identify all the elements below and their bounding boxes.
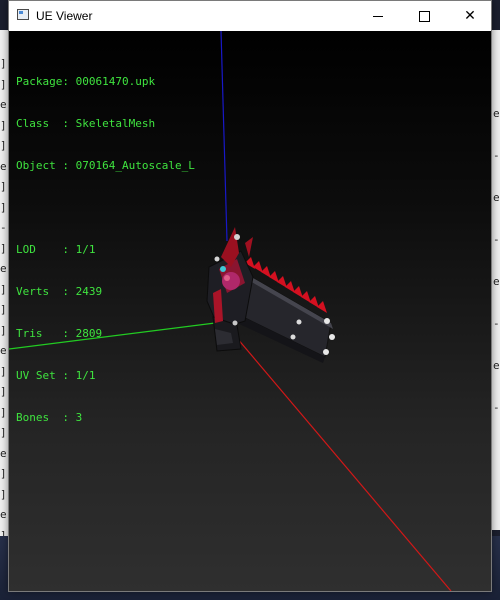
tris-row: Tris : 2809: [16, 327, 195, 341]
background-glyph: e: [493, 191, 500, 204]
background-glyph: ]: [0, 180, 7, 193]
background-glyph: -: [493, 317, 500, 330]
background-glyph: ]: [0, 139, 7, 152]
background-glyph: ]: [0, 200, 7, 214]
background-glyph: e: [0, 262, 7, 275]
background-glyph: ]: [0, 303, 7, 316]
background-glyph: ]: [0, 323, 7, 337]
object-label: Object :: [16, 159, 69, 172]
tris-label: Tris :: [16, 327, 69, 340]
verts-label: Verts :: [16, 285, 69, 298]
background-glyph: -: [493, 149, 500, 162]
uvset-row: UV Set : 1/1: [16, 369, 195, 383]
maximize-icon: [418, 10, 430, 22]
axis-z-line: [220, 31, 228, 242]
skeletal-mesh-model: [206, 227, 335, 363]
axis-x-line: [230, 330, 452, 591]
title-bar[interactable]: UE Viewer ✕: [9, 1, 491, 31]
background-glyph: ]: [0, 426, 7, 439]
background-glyph: e: [0, 446, 7, 460]
minimize-icon: [373, 15, 383, 17]
background-glyph: -: [493, 401, 500, 414]
background-glyph: -: [0, 221, 7, 234]
background-glyph: ]: [0, 77, 7, 91]
class-value: SkeletalMesh: [75, 117, 156, 130]
app-window-icon: [17, 9, 29, 20]
background-glyph: ]: [0, 241, 7, 255]
class-label: Class :: [16, 117, 69, 130]
mesh-info-overlay: Package: 00061470.upk Class : SkeletalMe…: [16, 47, 195, 453]
package-row: Package: 00061470.upk: [16, 75, 195, 89]
background-glyph: e: [0, 344, 7, 357]
background-glyph: ]: [0, 487, 7, 501]
minimize-button[interactable]: [355, 1, 401, 31]
lod-row: LOD : 1/1: [16, 243, 195, 257]
background-glyph: e: [493, 107, 500, 120]
maximize-button[interactable]: [401, 1, 447, 31]
close-icon: ✕: [464, 8, 476, 24]
bones-row: Bones : 3: [16, 411, 195, 425]
3d-viewport[interactable]: Package: 00061470.upk Class : SkeletalMe…: [9, 31, 491, 591]
object-row: Object : 070164_Autoscale_L: [16, 159, 195, 173]
background-glyph: ]: [0, 282, 7, 296]
verts-value: 2439: [75, 285, 103, 298]
background-glyph: -: [493, 233, 500, 246]
background-glyph: e: [0, 159, 7, 173]
tris-value: 2809: [75, 327, 103, 340]
background-glyph: e: [0, 508, 7, 521]
background-glyph: ]: [0, 385, 7, 398]
background-glyph: e: [493, 359, 500, 372]
background-glyph: ]: [0, 118, 7, 132]
background-glyph: e: [493, 275, 500, 288]
background-glyph: ]: [0, 405, 7, 419]
uvset-value: 1/1: [75, 369, 96, 382]
background-window-right: e - e - e - e -: [492, 30, 500, 530]
bones-value: 3: [75, 411, 83, 424]
lod-label: LOD :: [16, 243, 69, 256]
uvset-label: UV Set :: [16, 369, 69, 382]
package-label: Package:: [16, 75, 69, 88]
background-glyph: ]: [0, 57, 7, 70]
package-value: 00061470.upk: [75, 75, 156, 88]
class-row: Class : SkeletalMesh: [16, 117, 195, 131]
background-window-left: ]] e]] e]] -] e]]] e]]]] e]] e]: [0, 30, 8, 570]
background-glyph: ]: [0, 364, 7, 378]
ue-viewer-window: UE Viewer ✕ Package: 00061470.upk Class …: [8, 0, 492, 592]
window-title: UE Viewer: [36, 9, 93, 23]
verts-row: Verts : 2439: [16, 285, 195, 299]
object-value: 070164_Autoscale_L: [75, 159, 195, 172]
background-glyph: e: [0, 98, 7, 111]
lod-value: 1/1: [75, 243, 96, 256]
bones-label: Bones :: [16, 411, 69, 424]
close-button[interactable]: ✕: [447, 1, 493, 31]
background-glyph: ]: [0, 467, 7, 480]
